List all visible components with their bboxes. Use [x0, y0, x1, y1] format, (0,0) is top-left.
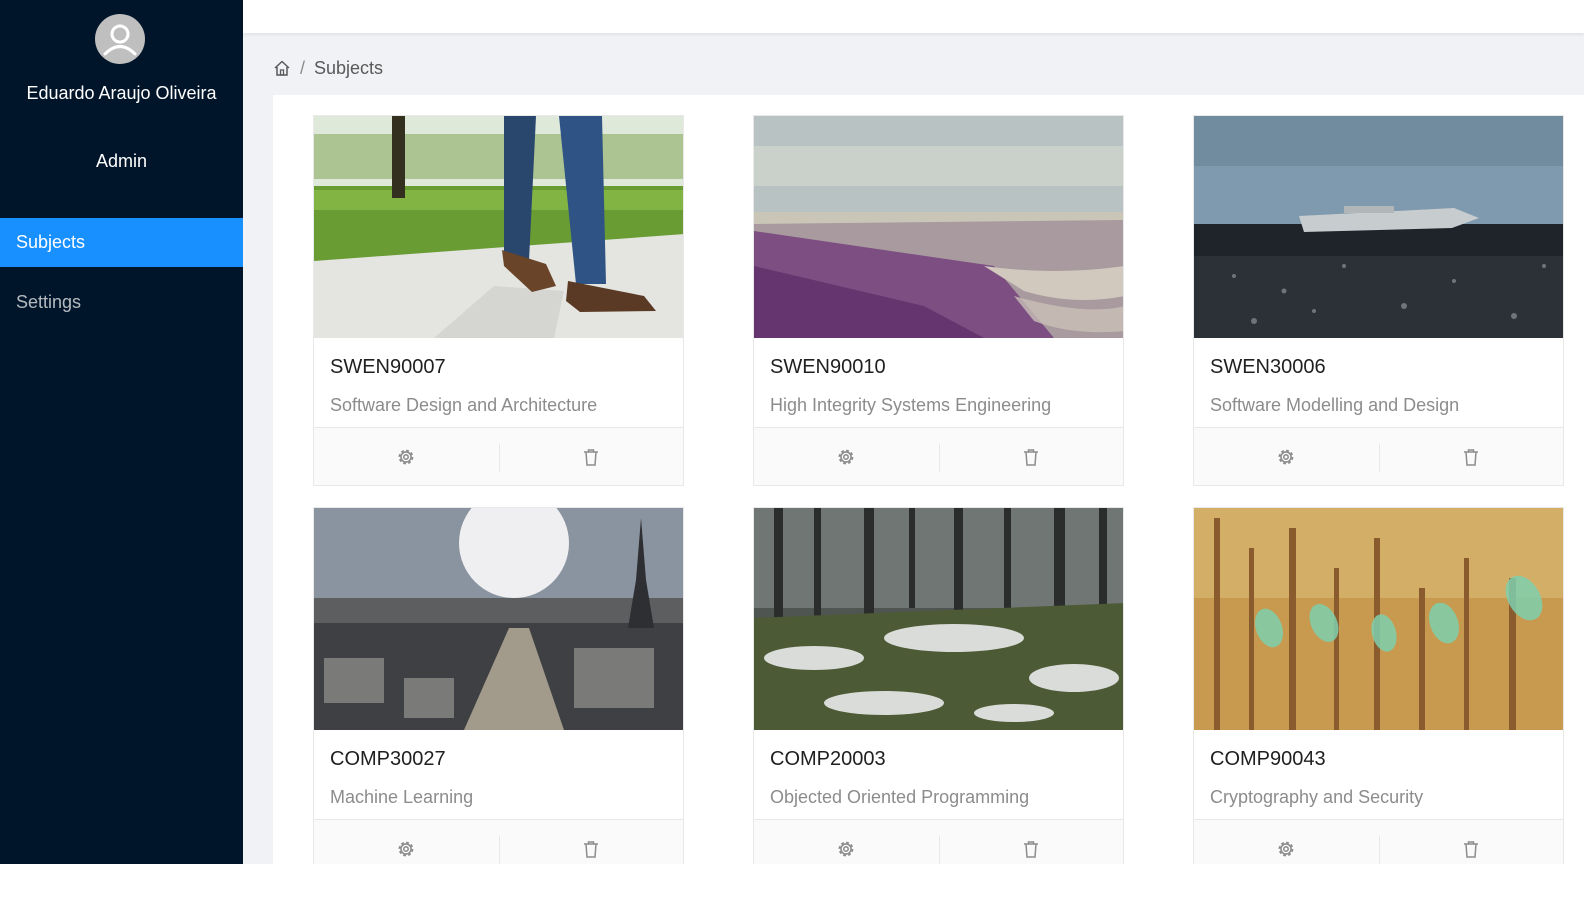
subject-code: SWEN90007	[330, 356, 446, 378]
settings-button[interactable]	[754, 428, 939, 485]
avatar	[95, 14, 145, 64]
delete-button[interactable]	[1379, 820, 1564, 864]
subject-name: Software Modelling and Design	[1210, 395, 1460, 415]
subject-card[interactable]: COMP20003 Objected Oriented Programming	[753, 507, 1124, 864]
subject-name: High Integrity Systems Engineering	[770, 395, 1052, 415]
walking-on-grass-photo	[314, 116, 683, 338]
delete-button[interactable]	[499, 428, 684, 485]
delete-icon	[1023, 449, 1038, 466]
delete-icon	[583, 841, 598, 858]
user-name: Eduardo Araujo Oliveira	[26, 83, 217, 103]
settings-icon	[1278, 449, 1294, 465]
sidebar-item-settings[interactable]: Settings	[0, 278, 243, 327]
subject-name: Objected Oriented Programming	[770, 787, 1030, 807]
settings-icon	[1278, 841, 1294, 857]
card-actions	[754, 427, 1124, 485]
delete-button[interactable]	[1379, 428, 1564, 485]
subject-name: Cryptography and Security	[1210, 787, 1424, 807]
breadcrumb-separator: /	[300, 57, 306, 78]
settings-button[interactable]	[314, 428, 499, 485]
settings-icon	[838, 841, 854, 857]
app-layout: Eduardo Araujo Oliveira Admin Subjects S…	[0, 0, 1584, 864]
delete-button[interactable]	[939, 820, 1124, 864]
subject-code: SWEN90010	[770, 356, 886, 378]
subject-name: Machine Learning	[330, 787, 474, 807]
subject-code: COMP90043	[1210, 748, 1326, 770]
card-actions	[1194, 819, 1563, 864]
subject-code: COMP20003	[770, 748, 886, 770]
subject-card[interactable]: SWEN90010 High Integrity Systems Enginee…	[753, 115, 1124, 486]
breadcrumb-current: Subjects	[314, 57, 384, 78]
home-icon[interactable]	[273, 59, 291, 77]
subjects-grid: SWEN90007 Software Design and Architectu…	[273, 95, 1584, 864]
snowy-forest-photo	[754, 508, 1123, 730]
settings-button[interactable]	[314, 820, 499, 864]
subject-card[interactable]: SWEN90007 Software Design and Architectu…	[313, 115, 684, 486]
settings-button[interactable]	[1194, 428, 1379, 485]
subject-card[interactable]: COMP30027 Machine Learning	[313, 507, 684, 864]
settings-icon	[398, 841, 414, 857]
sidebar: Eduardo Araujo Oliveira Admin Subjects S…	[0, 0, 243, 864]
paris-skyline-photo	[314, 508, 683, 730]
subject-card[interactable]: SWEN30006 Software Modelling and Design	[1193, 115, 1564, 486]
breadcrumb: / Subjects	[273, 56, 383, 80]
subject-name: Software Design and Architecture	[330, 395, 598, 415]
card-actions	[1194, 427, 1564, 485]
settings-button[interactable]	[754, 820, 939, 864]
delete-icon	[1463, 841, 1478, 858]
subject-card[interactable]: COMP90043 Cryptography and Security	[1193, 507, 1564, 864]
settings-button[interactable]	[1194, 820, 1379, 864]
user-icon	[103, 24, 137, 56]
sidebar-item-subjects[interactable]: Subjects	[0, 218, 243, 267]
delete-icon	[1463, 449, 1478, 466]
subject-code: COMP30027	[330, 748, 446, 770]
beach-shoreline-photo	[754, 116, 1123, 338]
delete-button[interactable]	[499, 820, 684, 864]
delete-icon	[583, 449, 598, 466]
delete-button[interactable]	[939, 428, 1124, 485]
card-actions	[754, 819, 1123, 864]
card-actions	[314, 819, 683, 864]
plane-wreck-photo	[1194, 116, 1563, 338]
settings-icon	[398, 449, 414, 465]
user-role: Admin	[95, 151, 148, 171]
settings-icon	[838, 449, 854, 465]
delete-icon	[1023, 841, 1038, 858]
glass-bottles-on-sticks-photo	[1194, 508, 1563, 730]
subject-code: SWEN30006	[1210, 356, 1326, 378]
card-actions	[314, 427, 684, 485]
top-header	[243, 0, 1584, 33]
